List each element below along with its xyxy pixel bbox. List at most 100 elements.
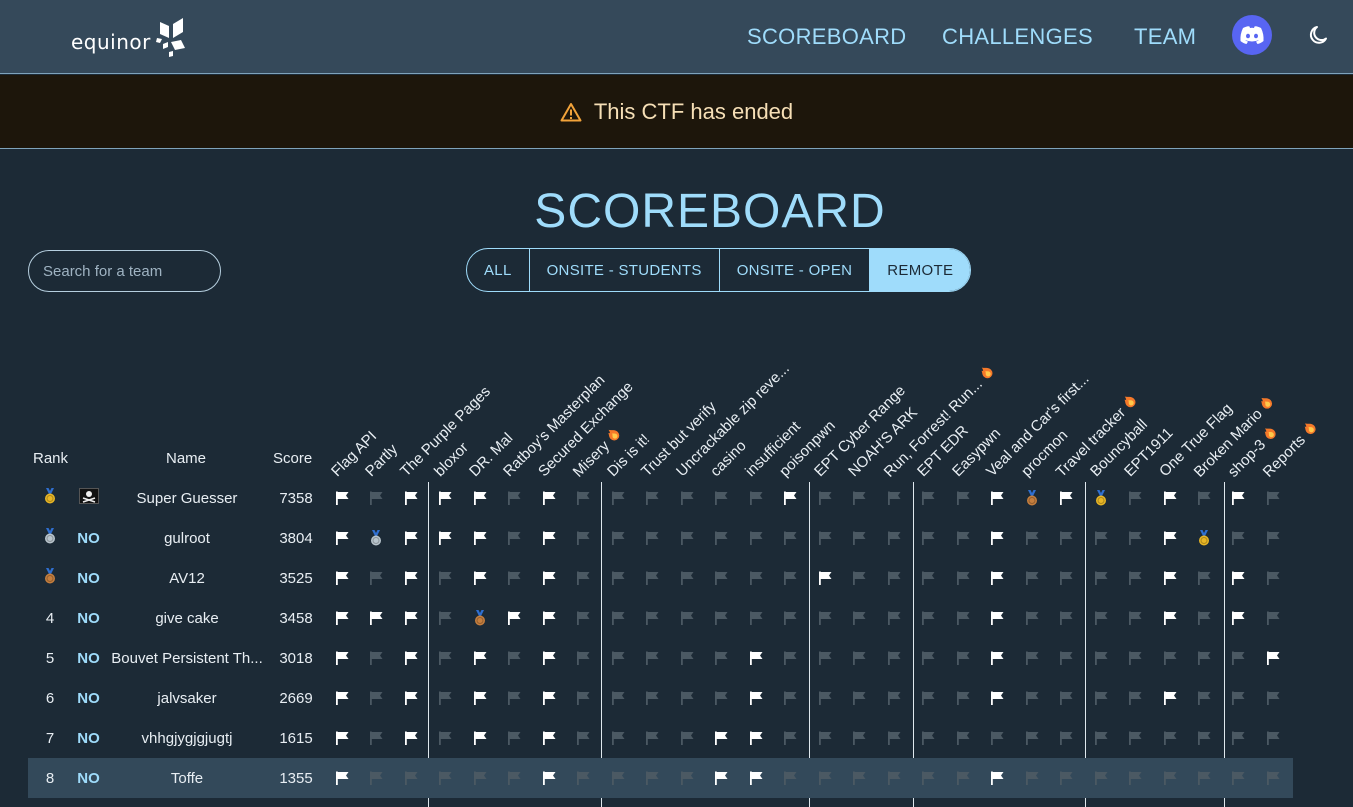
unsolved-flag-icon	[573, 648, 593, 668]
unsolved-flag-icon	[642, 688, 662, 708]
unsolved-flag-icon	[1228, 728, 1248, 748]
unsolved-flag-icon	[1125, 568, 1145, 588]
moon-icon[interactable]	[1307, 23, 1331, 47]
unsolved-flag-icon	[953, 568, 973, 588]
unsolved-flag-icon	[918, 728, 938, 748]
team-name[interactable]: Toffe	[108, 758, 266, 798]
unsolved-flag-icon	[435, 608, 455, 628]
solved-flag-icon	[539, 568, 559, 588]
country-cell: NO	[77, 729, 100, 747]
unsolved-flag-icon	[1125, 528, 1145, 548]
team-name[interactable]: give cake	[108, 598, 266, 638]
table-row[interactable]: NO gulroot 3804	[28, 518, 1293, 558]
solved-flag-icon	[470, 688, 490, 708]
unsolved-flag-icon	[677, 528, 697, 548]
unsolved-flag-icon	[1091, 608, 1111, 628]
table-row[interactable]: Super Guesser 7358	[28, 478, 1293, 518]
unsolved-flag-icon	[1160, 728, 1180, 748]
unsolved-flag-icon	[1056, 728, 1076, 748]
solved-flag-icon	[435, 488, 455, 508]
solved-flag-icon	[401, 568, 421, 588]
table-row[interactable]: 7 NO vhhgjygjgjugtj 1615	[28, 718, 1293, 758]
name-column-header[interactable]: Name	[166, 450, 206, 467]
unsolved-flag-icon	[1091, 528, 1111, 548]
unsolved-flag-icon	[608, 488, 628, 508]
first-blood-bronze-medal-icon	[1022, 488, 1042, 508]
nav-challenges[interactable]: CHALLENGES	[942, 0, 1093, 74]
unsolved-flag-icon	[711, 568, 731, 588]
unsolved-flag-icon	[884, 648, 904, 668]
unsolved-flag-icon	[918, 648, 938, 668]
unsolved-flag-icon	[504, 528, 524, 548]
unsolved-flag-icon	[677, 728, 697, 748]
team-name[interactable]: Super Guesser	[108, 478, 266, 518]
unsolved-flag-icon	[1056, 568, 1076, 588]
unsolved-flag-icon	[780, 728, 800, 748]
rank-column-header[interactable]: Rank	[33, 450, 68, 467]
unsolved-flag-icon	[608, 648, 628, 668]
team-name[interactable]: gulroot	[108, 518, 266, 558]
table-row[interactable]: 5 NO Bouvet Persistent Th... 3018	[28, 638, 1293, 678]
unsolved-flag-icon	[366, 768, 386, 788]
filter-all[interactable]: ALL	[467, 249, 530, 291]
unsolved-flag-icon	[1194, 728, 1214, 748]
solved-flag-icon	[401, 688, 421, 708]
solved-flag-icon	[1056, 488, 1076, 508]
team-score: 3018	[279, 649, 313, 667]
unsolved-flag-icon	[1160, 648, 1180, 668]
team-score: 1355	[279, 769, 313, 787]
table-row[interactable]: 8 NO Toffe 1355	[28, 758, 1293, 798]
score-column-header[interactable]: Score	[273, 450, 312, 467]
rank-cell: 4	[45, 609, 55, 627]
unsolved-flag-icon	[366, 568, 386, 588]
unsolved-flag-icon	[1022, 648, 1042, 668]
unsolved-flag-icon	[435, 768, 455, 788]
team-name[interactable]: AV12	[108, 558, 266, 598]
filter-remote[interactable]: REMOTE	[870, 249, 971, 291]
solved-flag-icon	[539, 728, 559, 748]
country-cell: NO	[77, 609, 100, 627]
unsolved-flag-icon	[1125, 688, 1145, 708]
filter-onsite-students[interactable]: ONSITE - STUDENTS	[530, 249, 720, 291]
unsolved-flag-icon	[642, 488, 662, 508]
unsolved-flag-icon	[849, 648, 869, 668]
unsolved-flag-icon	[1056, 768, 1076, 788]
unsolved-flag-icon	[1022, 768, 1042, 788]
filter-onsite-open[interactable]: ONSITE - OPEN	[720, 249, 871, 291]
unsolved-flag-icon	[711, 688, 731, 708]
solved-flag-icon	[711, 728, 731, 748]
team-score: 3525	[279, 569, 313, 587]
team-name[interactable]: jalvsaker	[108, 678, 266, 718]
rank-cell: 7	[45, 729, 55, 747]
table-row[interactable]: 6 NO jalvsaker 2669	[28, 678, 1293, 718]
unsolved-flag-icon	[573, 608, 593, 628]
unsolved-flag-icon	[1228, 768, 1248, 788]
unsolved-flag-icon	[573, 728, 593, 748]
unsolved-flag-icon	[1056, 688, 1076, 708]
unsolved-flag-icon	[677, 648, 697, 668]
team-score: 3458	[279, 609, 313, 627]
solved-flag-icon	[332, 568, 352, 588]
nav-scoreboard[interactable]: SCOREBOARD	[747, 0, 906, 74]
discord-button[interactable]	[1232, 15, 1272, 55]
solved-flag-icon	[987, 768, 1007, 788]
solved-flag-icon	[539, 648, 559, 668]
table-row[interactable]: 4 NO give cake 3458	[28, 598, 1293, 638]
discord-icon	[1240, 26, 1264, 44]
unsolved-flag-icon	[918, 528, 938, 548]
unsolved-flag-icon	[953, 488, 973, 508]
team-name[interactable]: vhhgjygjgjugtj	[108, 718, 266, 758]
team-name[interactable]: Bouvet Persistent Th...	[108, 638, 266, 678]
unsolved-flag-icon	[573, 528, 593, 548]
unsolved-flag-icon	[1263, 768, 1283, 788]
nav-team[interactable]: TEAM	[1134, 0, 1196, 74]
unsolved-flag-icon	[815, 608, 835, 628]
table-row[interactable]: NO AV12 3525	[28, 558, 1293, 598]
unsolved-flag-icon	[815, 488, 835, 508]
equinor-logo[interactable]: equinor	[71, 8, 191, 64]
rank-cell	[28, 478, 72, 518]
solved-flag-icon	[504, 608, 524, 628]
first-blood-gold-medal-icon	[1091, 488, 1111, 508]
team-search-input[interactable]	[28, 250, 221, 292]
unsolved-flag-icon	[953, 648, 973, 668]
